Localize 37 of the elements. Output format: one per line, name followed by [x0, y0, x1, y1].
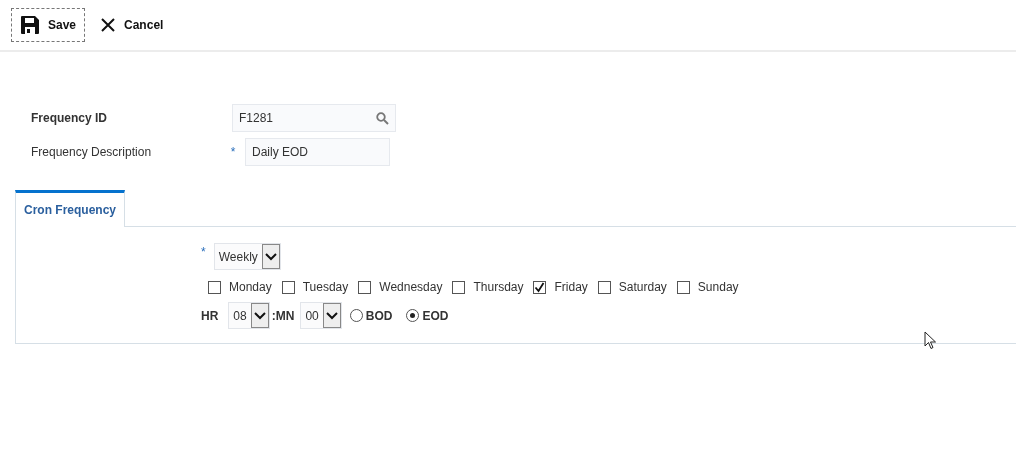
time-separator: : [271, 307, 276, 325]
search-icon[interactable] [376, 111, 389, 125]
save-icon [20, 15, 40, 35]
checkbox-label: Thursday [473, 279, 524, 296]
required-mark: * [229, 144, 237, 161]
checkbox[interactable] [281, 280, 295, 294]
checkbox[interactable] [533, 280, 547, 294]
checkbox[interactable] [597, 280, 611, 294]
checkbox-label: Monday [229, 279, 272, 296]
checkbox-label: Saturday [618, 279, 667, 296]
input-field[interactable]: Daily EOD [245, 138, 390, 166]
dropdown-caret-icon[interactable] [261, 244, 280, 269]
checkbox[interactable] [358, 280, 372, 294]
checkbox[interactable] [452, 280, 466, 294]
save-button[interactable]: Save [11, 8, 86, 42]
hour-label: HR [201, 307, 219, 325]
checkbox-label: Sunday [697, 279, 739, 296]
tab[interactable]: Cron Frequency [15, 190, 125, 227]
checkbox-label: Tuesday [302, 279, 349, 296]
checkbox[interactable] [676, 280, 690, 294]
dropdown-caret-icon[interactable] [250, 303, 269, 328]
radio-label: BOD [365, 307, 393, 325]
search-field[interactable]: F1281 [232, 104, 396, 132]
checkbox[interactable] [208, 280, 221, 294]
checkbox-label: Friday [554, 279, 588, 296]
mouse-pointer-icon [924, 331, 937, 350]
field-label: Frequency ID [31, 110, 109, 127]
hour-dropdown[interactable]: 08 [228, 302, 270, 329]
radio-label: EOD [422, 307, 449, 325]
dropdown-caret-icon[interactable] [322, 303, 341, 328]
checkbox-label: Wednesday [379, 279, 443, 296]
frequency-dropdown[interactable]: Weekly [213, 243, 281, 270]
required-mark: * [201, 244, 206, 261]
close-icon [100, 17, 117, 33]
minute-dropdown[interactable]: 00 [300, 302, 342, 329]
cancel-button[interactable]: Cancel [91, 9, 173, 41]
field-label: Frequency Description [31, 144, 153, 161]
